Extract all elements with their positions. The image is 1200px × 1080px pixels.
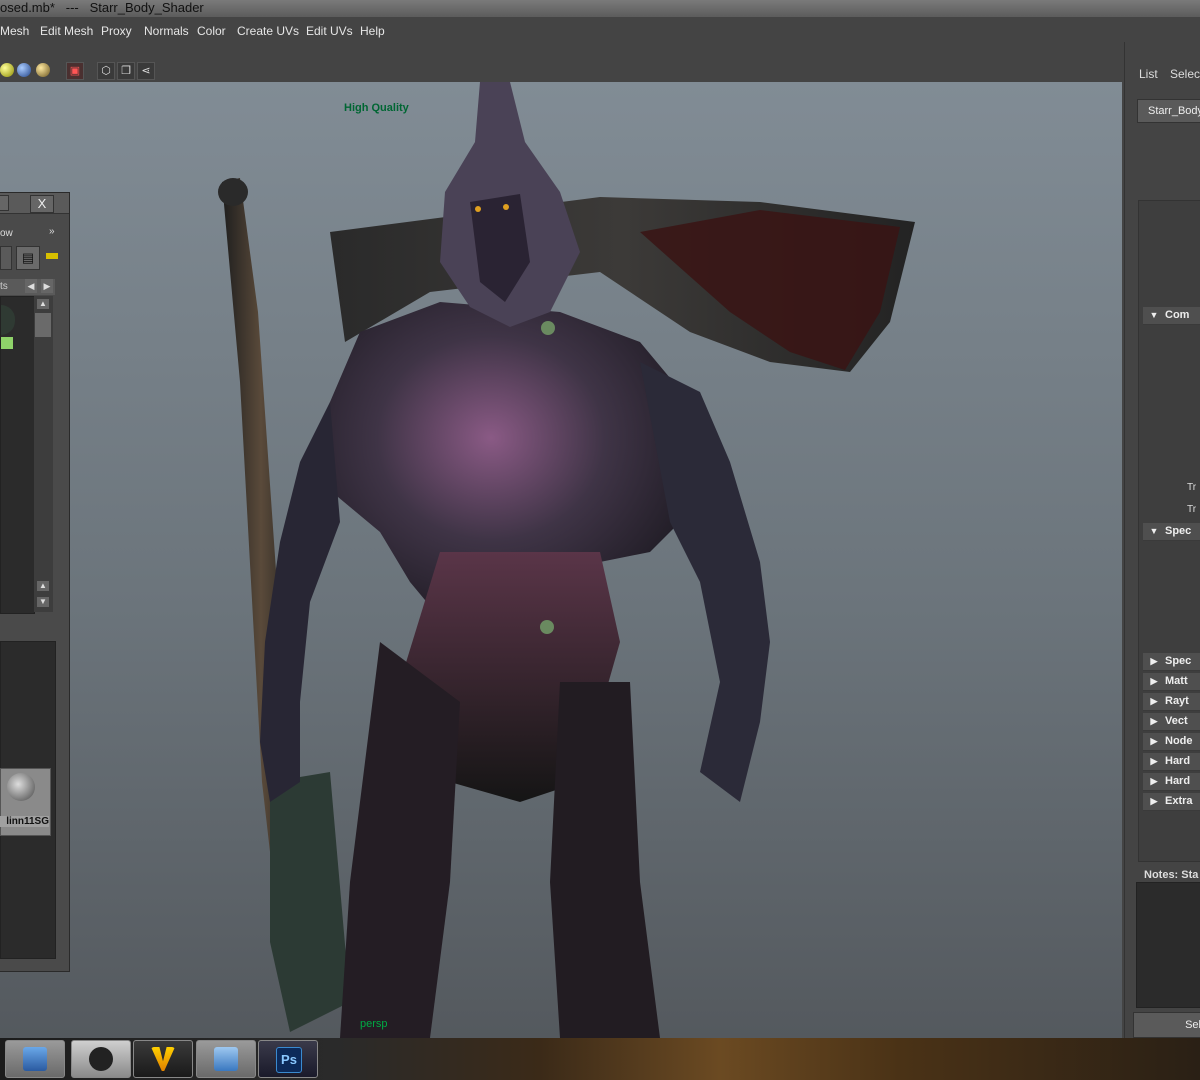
collapsed-arrow-icon: ▶ — [1150, 656, 1158, 666]
menu-edit-mesh[interactable]: Edit Mesh — [40, 24, 93, 38]
close-button[interactable]: X — [30, 195, 54, 213]
section-node[interactable]: ▶ Node — [1143, 733, 1200, 751]
list-scrollbar[interactable]: ▲ ▲ ▼ — [34, 296, 53, 612]
wireframe-shaded-icon[interactable] — [17, 63, 31, 77]
viewport-toolbar — [0, 42, 1125, 82]
shoulder-gem — [541, 321, 555, 335]
section-matte[interactable]: ▶ Matt — [1143, 673, 1200, 691]
cube-view-icon[interactable]: ⬡ — [97, 62, 115, 80]
creature-right-leg — [550, 682, 660, 1038]
3d-viewport[interactable]: High Quality persp — [0, 82, 1122, 1038]
control-panel-icon — [214, 1047, 238, 1071]
section-common[interactable]: ▼ Com — [1143, 307, 1200, 325]
tab-scroll-left-icon[interactable]: ◀ — [25, 279, 37, 293]
collapsed-arrow-icon: ▶ — [1150, 736, 1158, 746]
creature-left-leg — [340, 642, 460, 1038]
notes-label: Notes: Sta — [1144, 869, 1199, 881]
shading-group-label: linn11SG — [0, 816, 49, 827]
expand-chevron-icon[interactable]: » — [49, 226, 55, 237]
bookmark-icon[interactable] — [46, 253, 58, 259]
maya-icon — [89, 1047, 113, 1071]
section-specular[interactable]: ▼ Spec — [1143, 523, 1200, 541]
photo-viewer-icon — [23, 1047, 47, 1071]
tab-list[interactable]: List — [1139, 67, 1158, 81]
creature-model-render — [218, 82, 915, 1038]
section-extra-attributes[interactable]: ▶ Extra — [1143, 793, 1200, 811]
scroll-up-icon[interactable]: ▲ — [37, 299, 49, 309]
section-special[interactable]: ▶ Spec — [1143, 653, 1200, 671]
textured-shaded-icon[interactable] — [36, 63, 50, 77]
window-title: osed.mb* --- Starr_Body_Shader — [0, 0, 1200, 17]
window-menu-label[interactable]: ow — [0, 228, 13, 239]
minimize-button[interactable] — [0, 195, 9, 211]
section-raytrace[interactable]: ▶ Rayt — [1143, 693, 1200, 711]
shader-swatch[interactable] — [1, 305, 15, 335]
section-hardware-shading[interactable]: ▶ Hard — [1143, 753, 1200, 771]
taskbar-vray[interactable] — [133, 1040, 193, 1078]
menu-normals[interactable]: Normals — [144, 24, 189, 38]
isolate-select-icon[interactable]: ❐ — [117, 62, 135, 80]
default-lighting-icon[interactable] — [0, 63, 14, 77]
menu-color[interactable]: Color — [197, 24, 226, 38]
section-vector[interactable]: ▶ Vect — [1143, 713, 1200, 731]
tab-textures[interactable]: ts — [0, 281, 8, 292]
attr-row-label: Tr — [1187, 504, 1197, 515]
tab-selected[interactable]: Selecte — [1170, 67, 1200, 81]
expanded-arrow-icon: ▼ — [1149, 526, 1159, 536]
collapsed-arrow-icon: ▶ — [1150, 696, 1158, 706]
taskbar-photo-viewer[interactable] — [5, 1040, 65, 1078]
menu-edit-uvs[interactable]: Edit UVs — [306, 24, 353, 38]
shading-group-icon — [7, 773, 35, 801]
select-button[interactable]: Sel — [1133, 1012, 1200, 1038]
scroll-down-icon[interactable]: ▲ — [37, 581, 49, 591]
creature-right-arm — [640, 362, 770, 802]
menu-create-uvs[interactable]: Create UVs — [237, 24, 299, 38]
menu-bar: Mesh Edit Mesh Proxy Normals Color Creat… — [0, 20, 1200, 43]
menu-mesh[interactable]: Mesh — [0, 24, 29, 38]
attr-row-label: Tr — [1187, 482, 1197, 493]
collapsed-arrow-icon: ▶ — [1150, 676, 1158, 686]
selected-swatch-marker — [1, 337, 13, 349]
collapsed-arrow-icon: ▶ — [1150, 776, 1158, 786]
collapsed-arrow-icon: ▶ — [1150, 796, 1158, 806]
notes-field[interactable] — [1136, 882, 1200, 1008]
tab-scroll-right-icon[interactable]: ▶ — [41, 279, 53, 293]
camera-label: persp — [360, 1018, 388, 1030]
graph-layout-icon[interactable]: ▤ — [16, 246, 40, 270]
photoshop-icon: Ps — [276, 1047, 302, 1073]
share-icon[interactable]: ⋖ — [137, 62, 155, 80]
creature-left-arm — [260, 402, 340, 802]
belt-gem — [540, 620, 554, 634]
creature-left-eye — [475, 206, 481, 212]
scroll-bottom-icon[interactable]: ▼ — [37, 597, 49, 607]
staff-top — [218, 178, 248, 206]
expanded-arrow-icon: ▼ — [1149, 310, 1159, 320]
node-name-field[interactable]: Starr_Body — [1137, 99, 1200, 123]
v-logo-icon — [151, 1047, 175, 1071]
collapsed-arrow-icon: ▶ — [1150, 716, 1158, 726]
section-hardware-texturing[interactable]: ▶ Hard — [1143, 773, 1200, 791]
collapsed-arrow-icon: ▶ — [1150, 756, 1158, 766]
hypershade-window: X ow » ▤ ts ◀ ▶ ▲ ▲ ▼ linn11SG — [0, 192, 70, 972]
shader-swatch-list[interactable] — [0, 296, 35, 614]
taskbar-control-panel[interactable] — [196, 1040, 256, 1078]
scroll-thumb[interactable] — [35, 313, 51, 337]
menu-help[interactable]: Help — [360, 24, 385, 38]
creature-right-eye — [503, 204, 509, 210]
hypershade-tool-button[interactable] — [0, 246, 12, 270]
taskbar-photoshop[interactable]: Ps — [258, 1040, 318, 1078]
taskbar-maya[interactable] — [71, 1040, 131, 1078]
staff-bottom — [270, 772, 350, 1032]
menu-proxy[interactable]: Proxy — [101, 24, 132, 38]
select-camera-icon[interactable]: ▣ — [66, 62, 84, 80]
